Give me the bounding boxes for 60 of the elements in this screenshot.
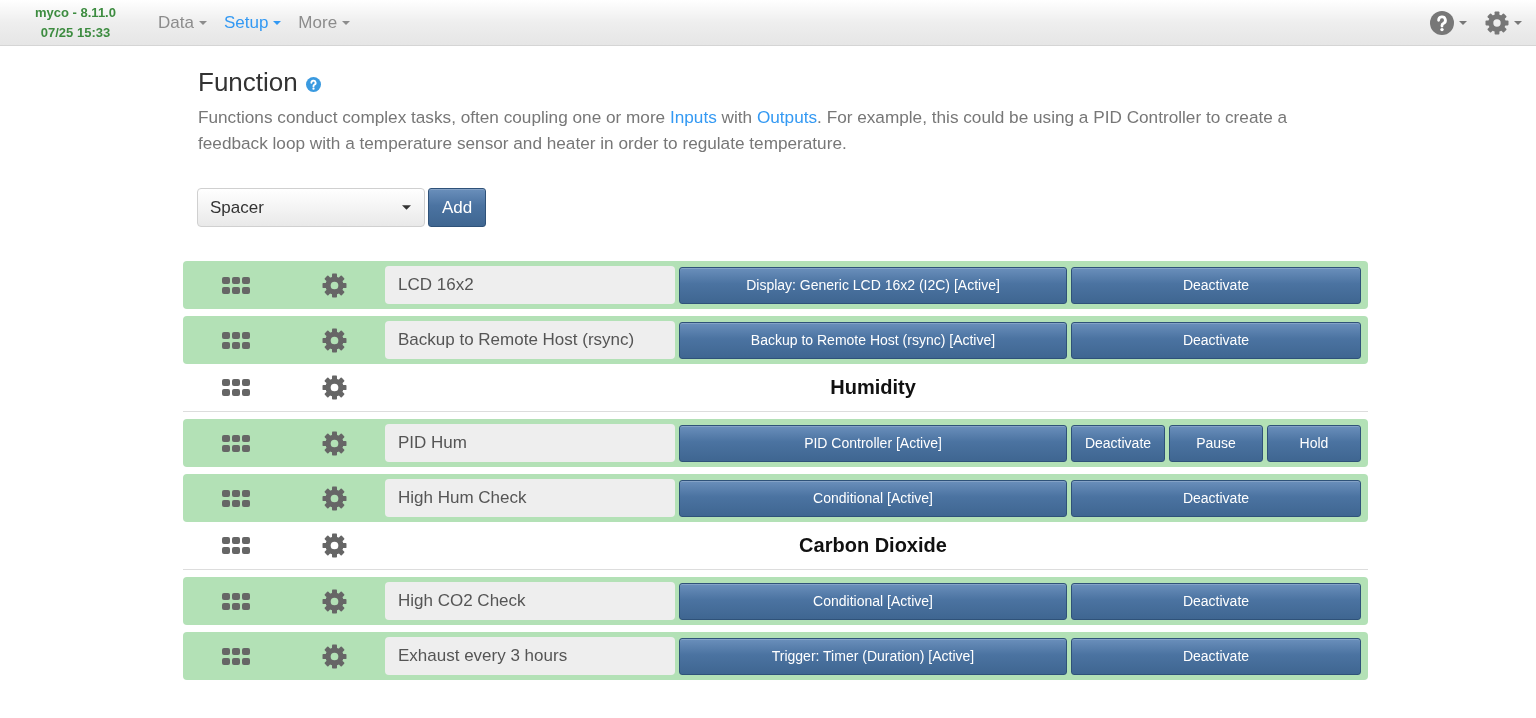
function-type-button[interactable]: Conditional [Active] [679, 582, 1067, 620]
grip-icon[interactable] [222, 276, 250, 294]
nav-menu[interactable]: Setup [223, 10, 282, 35]
action-button[interactable]: Hold [1267, 424, 1361, 462]
doc-link[interactable]: Outputs [756, 107, 818, 127]
action-button[interactable]: Deactivate [1071, 582, 1361, 620]
function-type-button[interactable]: Trigger: Timer (Duration) [Active] [679, 637, 1067, 675]
gear-icon[interactable] [321, 533, 347, 558]
gear-icon[interactable] [321, 272, 347, 298]
caret-icon [402, 205, 411, 210]
name-field[interactable]: PID Hum [385, 424, 675, 462]
doc-link[interactable]: Inputs [669, 107, 717, 127]
gear-icon[interactable] [321, 643, 347, 669]
action-button[interactable]: Deactivate [1071, 321, 1361, 359]
page-title: Function [198, 66, 298, 98]
help-icon[interactable] [305, 76, 321, 92]
grip-icon[interactable] [222, 489, 250, 507]
function-type-button[interactable]: PID Controller [Active] [679, 424, 1067, 462]
spacer-label: Carbon Dioxide [798, 534, 948, 557]
nav-menu[interactable]: Data [158, 10, 207, 35]
name-field[interactable]: Backup to Remote Host (rsync) [385, 321, 675, 359]
grip-icon[interactable] [222, 434, 250, 452]
name-field[interactable]: Exhaust every 3 hours [385, 637, 675, 675]
settings-menu-button[interactable] [1485, 10, 1522, 35]
caret-icon [342, 20, 351, 25]
help-icon [1430, 10, 1454, 35]
description: Functions conduct complex tasks, often coupling one or more Inputs with Outputs. For example, this could be using a PID Controller to create a feedback loop with a temperature sensor and heater in order to regulate temperature. [198, 106, 1289, 155]
grip-icon[interactable] [222, 592, 250, 610]
action-button[interactable]: Deactivate [1071, 266, 1361, 304]
function-type-button[interactable]: Conditional [Active] [679, 479, 1067, 517]
nav-menu[interactable]: More [298, 10, 351, 35]
help-menu-button[interactable] [1430, 10, 1467, 35]
grip-icon[interactable] [222, 647, 250, 665]
name-field[interactable]: LCD 16x2 [385, 266, 675, 304]
gear-icon [1485, 10, 1509, 35]
gear-icon[interactable] [321, 485, 347, 511]
spacer-label: Humidity [829, 376, 917, 399]
function-type-button[interactable]: Backup to Remote Host (rsync) [Active] [679, 321, 1067, 359]
gear-icon[interactable] [321, 430, 347, 456]
gear-icon[interactable] [321, 375, 347, 400]
name-field[interactable]: High Hum Check [385, 479, 675, 517]
action-button[interactable]: Deactivate [1071, 479, 1361, 517]
action-button[interactable]: Deactivate [1071, 637, 1361, 675]
gear-icon[interactable] [321, 588, 347, 614]
grip-icon[interactable] [222, 537, 250, 554]
gear-icon[interactable] [321, 327, 347, 353]
name-field[interactable]: High CO2 Check [385, 582, 675, 620]
caret-icon [1514, 20, 1522, 25]
function-type-select[interactable]: Spacer [197, 188, 425, 227]
grip-icon[interactable] [222, 331, 250, 349]
caret-icon [1459, 20, 1467, 25]
app-version: myco - 8.11.0 [35, 3, 116, 22]
function-type-button[interactable]: Display: Generic LCD 16x2 (I2C) [Active] [679, 266, 1067, 304]
caret-icon [198, 20, 207, 25]
action-button[interactable]: Pause [1169, 424, 1263, 462]
caret-icon [273, 20, 282, 25]
grip-icon[interactable] [222, 379, 250, 396]
date-time: 07/25 15:33 [40, 23, 111, 42]
add-button[interactable]: Add [428, 188, 486, 227]
action-button[interactable]: Deactivate [1071, 424, 1165, 462]
